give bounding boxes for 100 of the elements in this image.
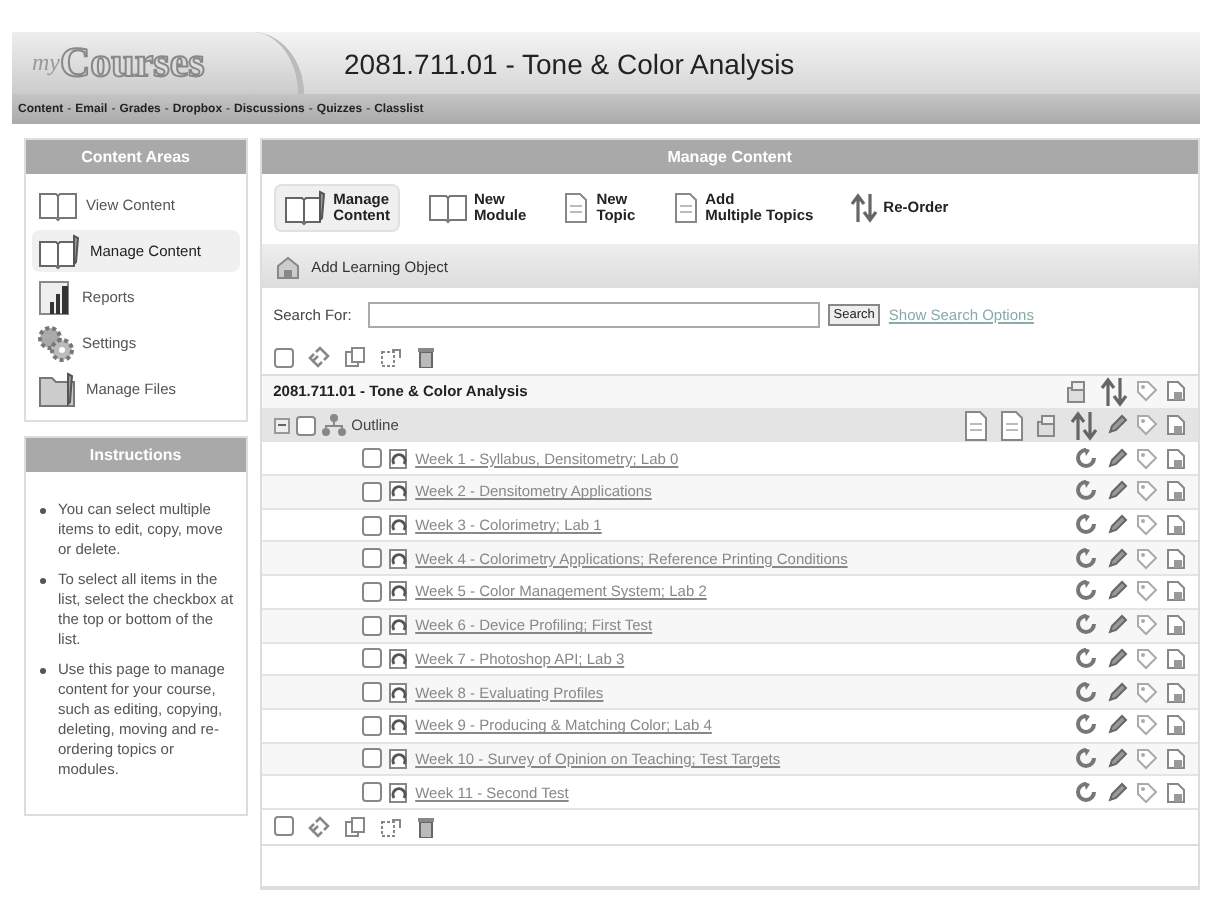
tag-icon[interactable] — [1136, 514, 1158, 537]
move-icon[interactable] — [379, 815, 402, 838]
bullet-icon — [40, 668, 46, 674]
pencil-icon[interactable] — [1106, 414, 1128, 437]
circular-arrow-icon[interactable] — [1076, 480, 1098, 503]
topic-icon — [387, 547, 410, 570]
tag-icon[interactable] — [1136, 614, 1158, 637]
collapse-icon[interactable] — [273, 417, 290, 434]
copy-icon[interactable] — [343, 815, 366, 838]
tag-icon[interactable] — [1136, 580, 1158, 603]
checkbox[interactable] — [361, 481, 382, 502]
panel-header: Content Areas — [26, 140, 246, 174]
pencil-icon[interactable] — [1106, 547, 1128, 570]
circular-arrow-icon[interactable] — [1076, 580, 1098, 603]
document-icon — [671, 192, 700, 224]
document-icon[interactable] — [1166, 414, 1186, 437]
document-icon[interactable] — [1166, 380, 1186, 403]
checkbox[interactable] — [361, 682, 382, 703]
panel-header: Manage Content — [261, 140, 1198, 174]
circular-arrow-icon[interactable] — [1076, 614, 1098, 637]
checkbox[interactable] — [361, 448, 382, 469]
document-icon[interactable] — [1166, 514, 1186, 537]
up-down-arrows-icon — [1100, 375, 1128, 408]
bullet-icon — [40, 508, 46, 514]
search-field[interactable] — [367, 301, 820, 327]
document-icon[interactable] — [1166, 681, 1186, 704]
pencil-icon[interactable] — [1106, 514, 1128, 537]
checkbox[interactable] — [361, 715, 382, 736]
circular-arrow-icon[interactable] — [1076, 714, 1098, 737]
pencil-icon[interactable] — [1106, 614, 1128, 637]
logo: myCourses — [12, 32, 304, 94]
checkbox[interactable] — [361, 782, 382, 803]
document-icon[interactable] — [1166, 580, 1186, 603]
book-icon — [38, 189, 78, 221]
topic-icon — [387, 647, 410, 670]
book-pencil-icon — [38, 233, 82, 269]
topic-icon — [387, 714, 410, 737]
tag-icon[interactable] — [1136, 447, 1158, 470]
document-icon[interactable] — [1166, 647, 1186, 670]
gears-icon — [38, 325, 74, 361]
tag-icon[interactable] — [1136, 547, 1158, 570]
link-icon[interactable] — [307, 815, 330, 838]
circular-arrow-icon[interactable] — [1076, 647, 1098, 670]
checkbox[interactable] — [273, 347, 294, 367]
document-icon[interactable] — [1166, 480, 1186, 503]
document-icon[interactable] — [1166, 547, 1186, 570]
checkbox[interactable] — [295, 415, 316, 436]
document-icon[interactable] — [1166, 714, 1186, 737]
topic-icon — [387, 447, 410, 470]
tag-icon[interactable] — [1136, 747, 1158, 770]
checkbox[interactable] — [361, 581, 382, 602]
trash-icon[interactable] — [415, 346, 436, 368]
document-icon[interactable] — [1166, 781, 1186, 804]
move-icon[interactable] — [379, 346, 402, 368]
topic-icon — [387, 681, 410, 704]
tag-icon[interactable] — [1136, 414, 1158, 437]
document-icon[interactable] — [1166, 447, 1186, 470]
circular-arrow-icon[interactable] — [1076, 747, 1098, 770]
tag-icon[interactable] — [1136, 480, 1158, 503]
tag-icon[interactable] — [1136, 380, 1158, 403]
circular-arrow-icon[interactable] — [1076, 514, 1098, 537]
pencil-icon[interactable] — [1106, 781, 1128, 804]
trash-icon[interactable] — [415, 815, 436, 838]
pencil-icon[interactable] — [1106, 647, 1128, 670]
folder-icon — [38, 371, 78, 407]
checkbox[interactable] — [361, 748, 382, 769]
up-down-arrows-icon — [1070, 409, 1098, 442]
pencil-icon[interactable] — [1106, 480, 1128, 503]
copy-icon[interactable] — [343, 346, 366, 368]
document-icon — [562, 192, 591, 224]
pencil-icon[interactable] — [1106, 580, 1128, 603]
topic-icon — [387, 614, 410, 637]
checkbox[interactable] — [361, 515, 382, 536]
link-icon[interactable] — [307, 346, 330, 368]
chart-icon — [38, 279, 74, 315]
checkbox[interactable] — [361, 615, 382, 636]
book-pencil-icon — [283, 190, 328, 226]
circular-arrow-icon[interactable] — [1076, 781, 1098, 804]
tag-icon[interactable] — [1136, 647, 1158, 670]
checkbox[interactable] — [361, 548, 382, 569]
circular-arrow-icon[interactable] — [1076, 681, 1098, 704]
circular-arrow-icon[interactable] — [1076, 447, 1098, 470]
pencil-icon[interactable] — [1106, 681, 1128, 704]
pencil-icon[interactable] — [1106, 447, 1128, 470]
tree-icon — [321, 414, 346, 437]
circular-arrow-icon[interactable] — [1076, 547, 1098, 570]
course-title: 2081.711.01 - Tone & Color Analysis — [344, 47, 795, 79]
book-icon — [427, 192, 468, 224]
document-icon[interactable] — [1166, 614, 1186, 637]
up-down-arrows-icon — [849, 192, 878, 224]
tag-icon[interactable] — [1136, 781, 1158, 804]
pencil-icon[interactable] — [1106, 747, 1128, 770]
document-icon[interactable] — [1166, 747, 1186, 770]
checkbox[interactable] — [273, 816, 294, 837]
tag-icon[interactable] — [1136, 681, 1158, 704]
checkbox[interactable] — [361, 648, 382, 669]
topic-icon — [387, 781, 410, 804]
house-icon — [273, 253, 302, 279]
tag-icon[interactable] — [1136, 714, 1158, 737]
pencil-icon[interactable] — [1106, 714, 1128, 737]
